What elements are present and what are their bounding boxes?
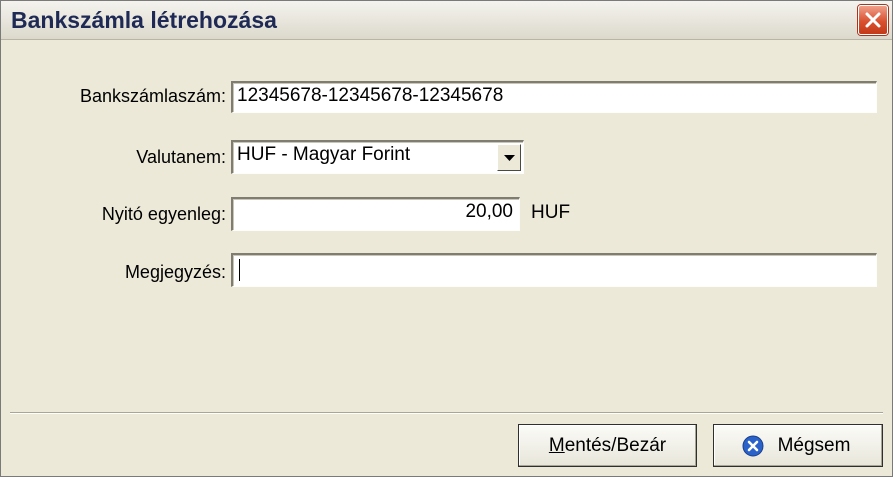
opening-balance-field[interactable]: 20,00 bbox=[231, 197, 520, 231]
account-number-field[interactable]: 12345678-12345678-12345678 bbox=[231, 81, 877, 113]
note-label: Megjegyzés: bbox=[124, 262, 226, 282]
currency-combobox[interactable]: HUF - Magyar Forint bbox=[231, 140, 524, 174]
cancel-button[interactable]: Mégsem bbox=[713, 424, 883, 467]
opening-balance-value: 20,00 bbox=[465, 201, 513, 222]
currency-unit: HUF bbox=[531, 202, 571, 223]
save-close-mnemonic: M bbox=[548, 435, 565, 456]
window-title: Bankszámla létrehozása bbox=[11, 7, 277, 33]
currency-selected-value: HUF - Magyar Forint bbox=[237, 144, 411, 165]
save-close-button[interactable]: Mentés/Bezár bbox=[518, 424, 697, 467]
close-button[interactable] bbox=[858, 5, 888, 35]
note-field[interactable] bbox=[231, 253, 877, 287]
separator-highlight bbox=[10, 413, 883, 414]
opening-balance-label: Nyitó egyenleg: bbox=[101, 204, 226, 224]
title-bar[interactable]: Bankszámla létrehozása bbox=[1, 1, 892, 40]
account-number-label: Bankszámlaszám: bbox=[79, 86, 226, 106]
save-close-label: entés/Bezár bbox=[564, 435, 667, 456]
close-icon bbox=[865, 12, 881, 28]
cancel-x-icon bbox=[742, 435, 764, 457]
account-number-value: 12345678-12345678-12345678 bbox=[237, 85, 504, 106]
chevron-down-icon bbox=[504, 155, 515, 161]
currency-dropdown-button[interactable] bbox=[497, 144, 521, 171]
dialog-window: Bankszámla létrehozása Bankszámlaszám: 1… bbox=[0, 0, 893, 477]
text-caret bbox=[239, 259, 240, 281]
cancel-label: Mégsem bbox=[777, 435, 851, 456]
currency-label: Valutanem: bbox=[136, 147, 226, 167]
